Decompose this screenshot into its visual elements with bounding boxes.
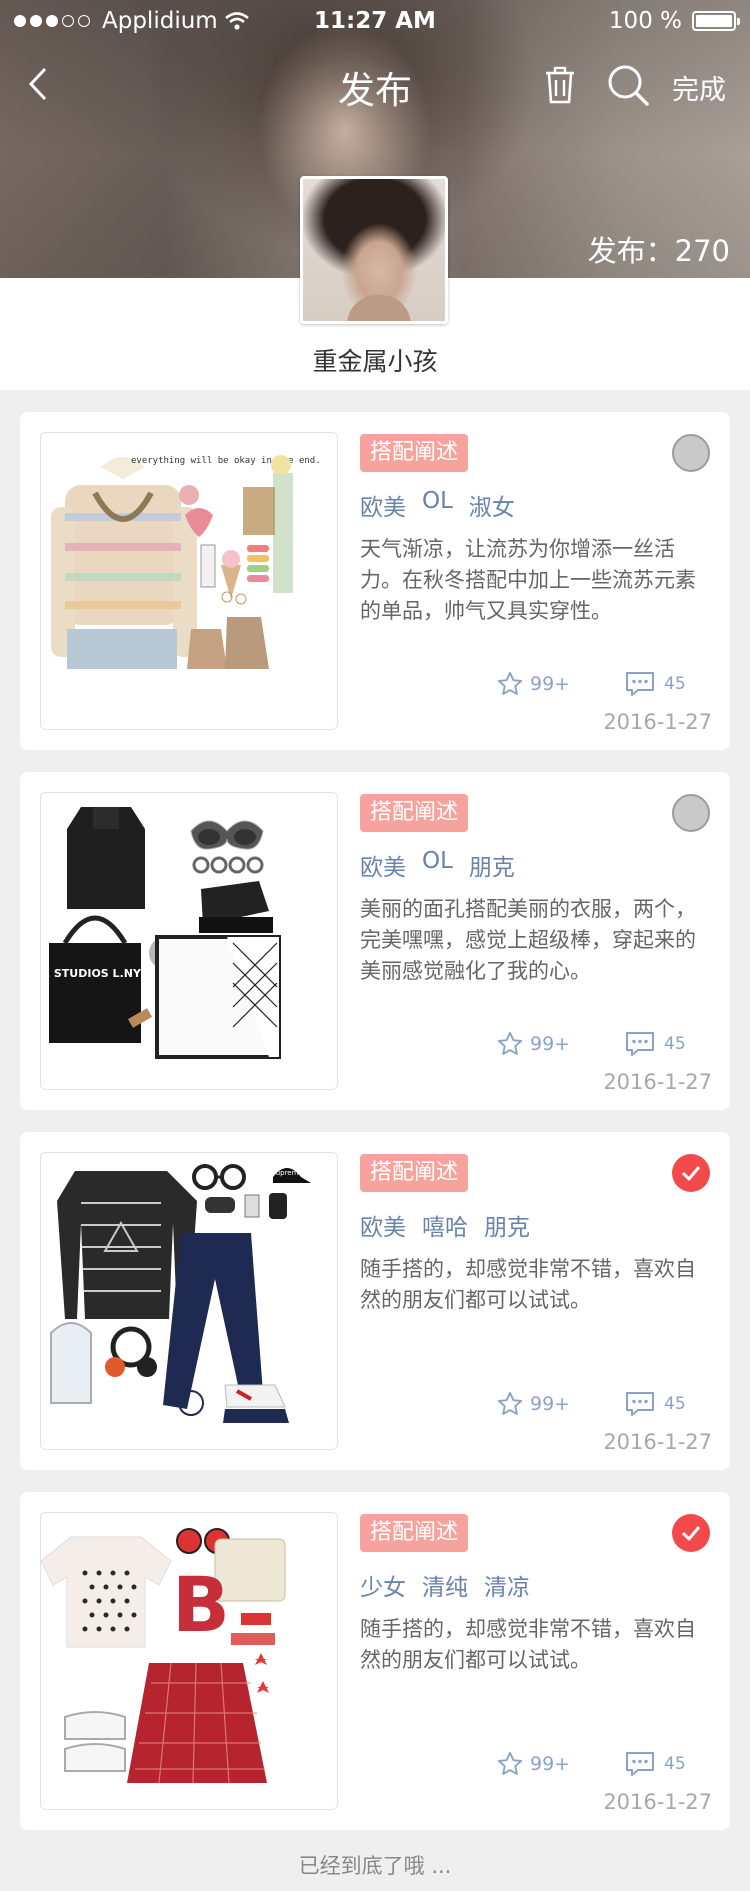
like-count: 99+ [530,1753,571,1775]
tag-list: 少女 清纯 清凉 [360,1568,530,1602]
outfit-badge: 搭配阐述 [360,794,469,832]
tag[interactable]: 淑女 [469,488,515,522]
comment-button[interactable]: 45 [624,670,686,698]
check-icon [681,1166,701,1181]
outfit-badge: 搭配阐述 [360,434,469,472]
outfit-description: 随手搭的，却感觉非常不错，喜欢自然的朋友们都可以试试。 [360,1257,696,1312]
outfit-badge: 搭配阐述 [360,1514,469,1552]
tag[interactable]: 朋克 [469,848,515,882]
star-icon [497,1031,523,1055]
like-button[interactable]: 99+ [496,1030,570,1058]
select-toggle[interactable] [672,1154,710,1192]
like-button[interactable]: 99+ [496,670,570,698]
trash-icon [546,66,574,104]
outfit-description: 美丽的面孔搭配美丽的衣服，两个，完美嘿嘿，感觉上超级棒，穿起来的美丽感觉融化了我… [360,897,696,983]
outfit-card[interactable]: ACNE STUDIOS L.NYG. 23 搭配阐述 欧美 OL 朋克 美丽的… [20,772,730,1110]
image-letter-text: B [172,1560,230,1649]
comment-button[interactable]: 45 [624,1030,686,1058]
star-icon [497,1391,523,1415]
end-of-list-text: 已经到底了哦 ... [298,1854,452,1878]
comment-icon [626,1032,654,1056]
battery-icon [692,11,740,31]
search-icon [608,65,649,106]
avatar[interactable] [300,176,448,324]
tag[interactable]: 欧美 [360,488,406,522]
outfit-card[interactable]: everything will be okay in the end. 搭配阐述 [20,412,730,750]
image-brand-text: ACNE STUDIOS L.NYG. 23 [41,967,173,980]
tag[interactable]: 清纯 [422,1568,468,1602]
comment-icon [626,1392,654,1416]
tag[interactable]: 少女 [360,1568,406,1602]
search-button[interactable] [603,60,653,110]
select-toggle[interactable] [672,1514,710,1552]
back-chevron-icon [28,67,47,101]
star-icon [497,671,523,695]
comment-count: 45 [664,1754,686,1774]
select-toggle[interactable] [672,794,710,832]
publish-count-value: 270 [674,234,730,268]
delete-button[interactable] [538,62,582,108]
comment-button[interactable]: 45 [624,1750,686,1778]
check-icon [681,1526,701,1541]
publish-count-label: 发布： [587,234,675,268]
tag[interactable]: OL [422,488,453,522]
comment-count: 45 [664,1394,686,1414]
comment-icon [626,672,654,696]
outfit-badge: 搭配阐述 [360,1154,469,1192]
outfit-card[interactable]: Supreme 搭配阐述 欧美 嘻哈 朋克 随手搭的，却感觉非常不错，喜欢自然的… [20,1132,730,1470]
outfit-image: B [40,1512,338,1810]
tag-list: 欧美 OL 朋克 [360,848,515,882]
like-button[interactable]: 99+ [496,1390,570,1418]
tag[interactable]: OL [422,848,453,882]
tag-list: 欧美 OL 淑女 [360,488,515,522]
like-button[interactable]: 99+ [496,1750,570,1778]
tag[interactable]: 朋克 [484,1208,530,1242]
username: 重金属小孩 [312,347,438,376]
tag-list: 欧美 嘻哈 朋克 [360,1208,530,1242]
publish-count: 发布：270 [588,228,730,270]
comment-icon [626,1752,654,1776]
back-button[interactable] [18,62,58,106]
tag[interactable]: 欧美 [360,1208,406,1242]
comment-count: 45 [664,1034,686,1054]
post-date: 2016-1-27 [603,1430,712,1454]
like-count: 99+ [530,1033,571,1055]
outfit-description: 随手搭的，却感觉非常不错，喜欢自然的朋友们都可以试试。 [360,1617,696,1672]
like-count: 99+ [530,1393,571,1415]
image-quote-text: everything will be okay in the end. [131,456,321,466]
outfit-image: Supreme [40,1152,338,1450]
battery-label: 100 % [608,8,682,34]
status-bar: Applidium 11:27 AM 100 % [0,0,750,44]
comment-button[interactable]: 45 [624,1390,686,1418]
navigation-bar: 发布 完成 [0,44,750,124]
tag[interactable]: 清凉 [484,1568,530,1602]
post-date: 2016-1-27 [603,710,712,734]
like-count: 99+ [530,673,571,695]
tag[interactable]: 嘻哈 [422,1208,468,1242]
outfit-description: 天气渐凉，让流苏为你增添一丝活力。在秋冬搭配中加上一些流苏元素的单品，帅气又具实… [360,537,696,623]
post-date: 2016-1-27 [603,1790,712,1814]
outfit-image: everything will be okay in the end. [40,432,338,730]
star-icon [497,1751,523,1775]
post-date: 2016-1-27 [603,1070,712,1094]
outfit-card[interactable]: B 搭配阐述 少女 清纯 清凉 随手搭的，却感觉非常不错，喜欢自然的朋友们都可以… [20,1492,730,1830]
outfit-image: ACNE STUDIOS L.NYG. 23 [40,792,338,1090]
done-button[interactable]: 完成 [672,68,726,107]
tag[interactable]: 欧美 [360,848,406,882]
select-toggle[interactable] [672,434,710,472]
image-brand-text: Supreme [271,1169,302,1177]
comment-count: 45 [664,674,686,694]
